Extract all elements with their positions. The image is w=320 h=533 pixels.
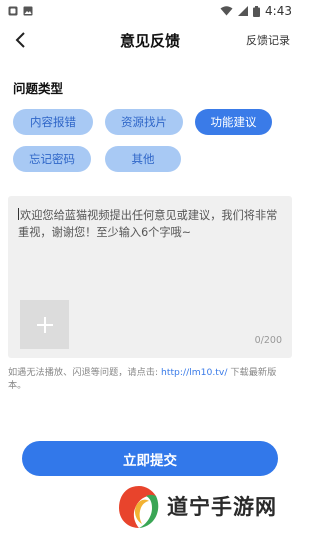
- back-button[interactable]: [10, 30, 30, 50]
- feedback-placeholder-text: 欢迎您给蓝猫视频提出任何意见或建议，我们将非常重视，谢谢您！至少输入6个字哦~: [18, 209, 278, 239]
- chip-content-error[interactable]: 内容报错: [13, 109, 93, 135]
- chevron-left-icon: [15, 32, 25, 48]
- signal-icon: [238, 6, 249, 16]
- watermark-logo-icon: [119, 486, 159, 528]
- add-image-button[interactable]: [20, 300, 69, 349]
- chip-other[interactable]: 其他: [105, 146, 181, 172]
- status-time: 4:43: [265, 4, 292, 18]
- wifi-icon: [220, 6, 233, 16]
- feedback-page: 4:43 意见反馈 反馈记录 问题类型 内容报错 资源找片 功能建议 忘记密码 …: [0, 0, 300, 533]
- plus-icon: [36, 316, 53, 333]
- watermark-text: 道宁手游网: [167, 495, 277, 519]
- feedback-textarea[interactable]: 欢迎您给蓝猫视频提出任何意见或建议，我们将非常重视，谢谢您！至少输入6个字哦~ …: [8, 196, 292, 358]
- download-link[interactable]: http://lm10.tv/: [161, 367, 227, 378]
- battery-icon: [253, 5, 261, 17]
- chip-feature-suggestion[interactable]: 功能建议: [195, 109, 272, 135]
- chip-find-resource[interactable]: 资源找片: [105, 109, 183, 135]
- notification-icon: [8, 6, 18, 16]
- submit-button[interactable]: 立即提交: [22, 441, 278, 476]
- feedback-placeholder: 欢迎您给蓝猫视频提出任何意见或建议，我们将非常重视，谢谢您！至少输入6个字哦~: [18, 207, 284, 241]
- feedback-history-link[interactable]: 反馈记录: [246, 32, 290, 48]
- char-counter: 0/200: [254, 335, 282, 346]
- hint-prefix: 如遇无法播放、闪退等问题，请点击:: [8, 367, 162, 378]
- status-left-icons: [8, 6, 33, 16]
- hint-text: 如遇无法播放、闪退等问题，请点击: http://lm10.tv/ 下载最新版本…: [8, 366, 294, 392]
- status-bar: 4:43: [0, 0, 300, 22]
- chip-forgot-password[interactable]: 忘记密码: [13, 146, 91, 172]
- header: 意见反馈 反馈记录: [0, 22, 300, 58]
- status-right: 4:43: [220, 4, 292, 18]
- image-icon: [23, 6, 33, 16]
- text-caret: [18, 208, 19, 220]
- watermark: 道宁手游网: [112, 482, 300, 533]
- issue-type-label: 问题类型: [13, 81, 64, 96]
